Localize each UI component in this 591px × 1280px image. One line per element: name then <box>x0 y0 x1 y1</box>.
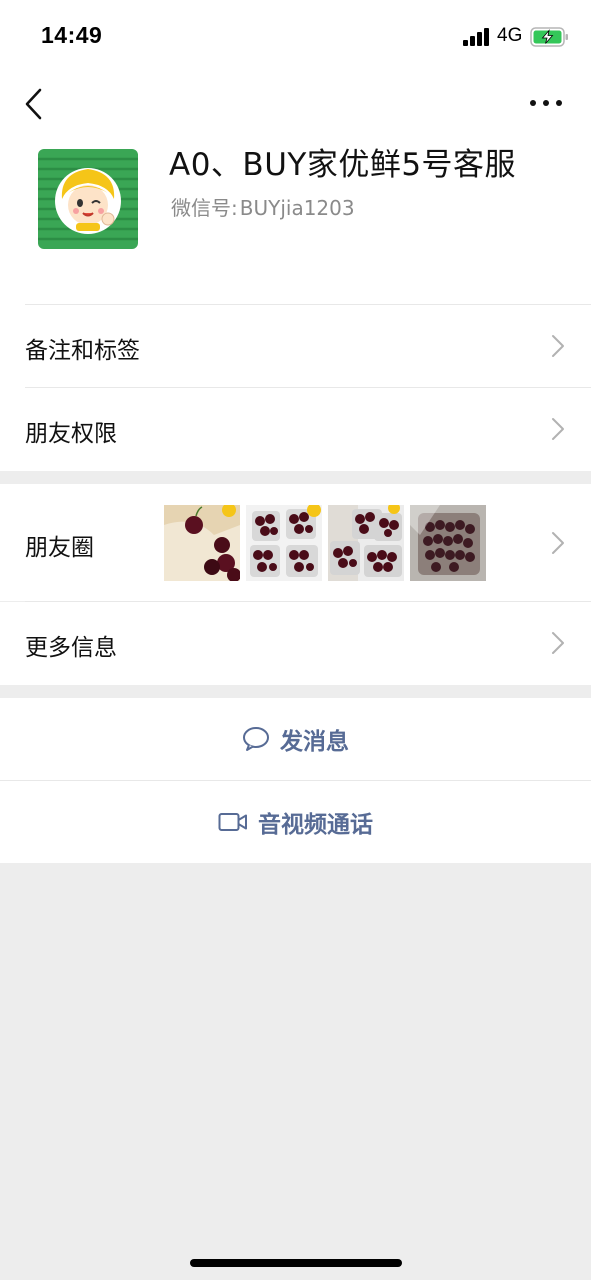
moments-thumbnail[interactable] <box>246 505 322 581</box>
chevron-right-icon <box>552 418 564 440</box>
network-type: 4G <box>497 25 523 46</box>
video-call-label: 音视频通话 <box>258 812 373 838</box>
more-options-button[interactable] <box>528 92 564 114</box>
more-info-row[interactable]: 更多信息 <box>0 602 591 685</box>
send-message-label: 发消息 <box>280 729 349 755</box>
friend-permissions-row[interactable]: 朋友权限 <box>0 388 591 471</box>
moments-thumbnail[interactable] <box>410 505 486 581</box>
moments-thumbnail[interactable] <box>164 505 240 581</box>
avatar[interactable] <box>38 149 138 249</box>
chevron-right-icon <box>552 335 564 357</box>
video-call-button[interactable]: 音视频通话 <box>0 781 591 863</box>
wechat-id: 微信号: BUYjia1203 <box>169 192 355 221</box>
contact-nickname: A0、BUY家优鲜5号客服 <box>169 147 517 183</box>
chevron-right-icon <box>552 632 564 654</box>
chevron-right-icon <box>552 532 564 554</box>
signal-icon <box>463 28 491 46</box>
home-indicator <box>190 1259 402 1267</box>
status-time: 14:49 <box>41 22 103 48</box>
chat-bubble-icon <box>243 727 269 751</box>
send-message-button[interactable]: 发消息 <box>0 698 591 780</box>
remark-tags-row[interactable]: 备注和标签 <box>0 305 591 387</box>
remark-tags-label: 备注和标签 <box>25 338 140 364</box>
battery-charging-icon <box>530 27 568 47</box>
moments-thumbnail[interactable] <box>328 505 404 581</box>
more-info-label: 更多信息 <box>25 635 117 661</box>
back-button[interactable] <box>22 86 50 122</box>
video-camera-icon <box>218 813 247 831</box>
moments-label: 朋友圈 <box>25 535 94 561</box>
wechat-id-label: 微信号: <box>171 196 238 220</box>
wechat-id-value: BUYjia1203 <box>239 196 355 220</box>
friend-permissions-label: 朋友权限 <box>25 421 117 447</box>
